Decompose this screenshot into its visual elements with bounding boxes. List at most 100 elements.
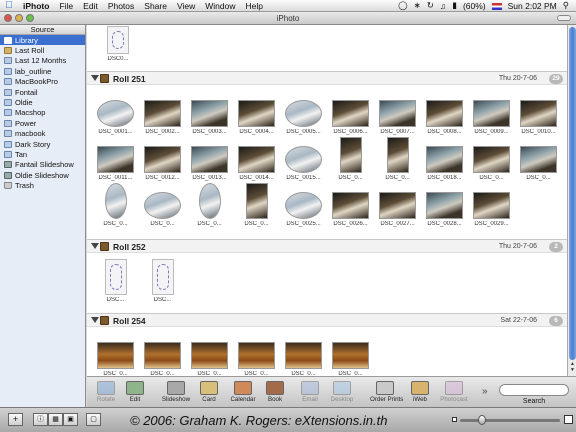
bluetooth-icon[interactable]: ∗	[411, 0, 424, 11]
sync-icon[interactable]: ↻	[424, 0, 437, 11]
input-flag-icon[interactable]	[489, 1, 505, 11]
scrollbar-thumb[interactable]	[569, 27, 576, 360]
source-item[interactable]: macbook	[0, 129, 85, 139]
source-item[interactable]: Oldie Slideshow	[0, 170, 85, 180]
order-prints-button[interactable]: Order Prints	[370, 381, 403, 407]
slideshow-button[interactable]: Slideshow	[161, 381, 191, 407]
browser-scrollbar[interactable]: ▲ ▼	[567, 25, 576, 376]
search-input[interactable]	[499, 384, 569, 396]
add-album-button[interactable]: +	[8, 413, 23, 426]
close-window-icon[interactable]	[4, 14, 12, 22]
photo-thumbnail[interactable]	[426, 192, 463, 219]
menu-view[interactable]: View	[172, 1, 200, 11]
photo-thumbnail[interactable]	[238, 100, 275, 127]
photo-thumbnail[interactable]	[104, 183, 127, 219]
menu-edit[interactable]: Edit	[78, 1, 103, 11]
info-button[interactable]: ⓘ	[33, 413, 48, 426]
toolbar-toggle-icon[interactable]	[557, 15, 571, 21]
photo-thumbnail[interactable]	[144, 192, 181, 219]
source-item[interactable]: lab_outline	[0, 66, 85, 76]
photo-thumbnail[interactable]	[191, 146, 228, 173]
photo-thumbnail[interactable]	[332, 192, 369, 219]
photo-thumbnail[interactable]	[339, 137, 362, 173]
photo-thumbnail[interactable]	[332, 100, 369, 127]
zoom-window-icon[interactable]	[26, 14, 34, 22]
photo-thumbnail[interactable]	[151, 259, 174, 295]
photo-thumbnail[interactable]	[97, 342, 134, 369]
photo-thumbnail[interactable]	[144, 342, 181, 369]
source-item[interactable]: Power	[0, 118, 85, 128]
menu-help[interactable]: Help	[240, 1, 267, 11]
source-item[interactable]: Fontail	[0, 87, 85, 97]
photo-thumbnail[interactable]	[379, 100, 416, 127]
photo-thumbnail[interactable]	[245, 183, 268, 219]
disclosure-triangle-icon[interactable]	[91, 243, 99, 249]
photo-thumbnail[interactable]	[332, 342, 369, 369]
book-button[interactable]: Book	[260, 381, 290, 407]
source-item[interactable]: Last 12 Months	[0, 56, 85, 66]
photo-thumbnail[interactable]	[285, 100, 322, 127]
edit-button[interactable]: Edit	[120, 381, 150, 407]
source-item[interactable]: Dark Story	[0, 139, 85, 149]
minimize-window-icon[interactable]	[15, 14, 23, 22]
source-item[interactable]: Oldie	[0, 97, 85, 107]
photo-thumbnail[interactable]	[285, 146, 322, 173]
scroll-down-icon[interactable]: ▼	[569, 368, 576, 373]
time-machine-icon[interactable]: ◯	[395, 0, 411, 11]
menu-file[interactable]: File	[54, 1, 78, 11]
photo-thumbnail[interactable]	[107, 26, 129, 54]
photo-thumbnail[interactable]	[144, 146, 181, 173]
photo-thumbnail[interactable]	[379, 192, 416, 219]
disclosure-triangle-icon[interactable]	[91, 75, 99, 81]
disclosure-triangle-icon[interactable]	[91, 317, 99, 323]
source-item[interactable]: Macshop	[0, 108, 85, 118]
photo-thumbnail[interactable]	[473, 192, 510, 219]
photo-thumbnail[interactable]	[191, 342, 228, 369]
iweb-button[interactable]: iWeb	[405, 381, 435, 407]
photo-thumbnail[interactable]	[104, 259, 127, 295]
photo-thumbnail[interactable]	[520, 100, 557, 127]
calendar-button[interactable]: Calendar	[228, 381, 258, 407]
keywords-button[interactable]: ▣	[63, 413, 78, 426]
photo-thumbnail[interactable]	[520, 146, 557, 173]
photo-thumbnail[interactable]	[238, 342, 275, 369]
photo-thumbnail[interactable]	[144, 100, 181, 127]
menu-window[interactable]: Window	[200, 1, 240, 11]
source-item[interactable]: Fantail Slideshow	[0, 160, 85, 170]
zoom-slider[interactable]	[460, 419, 560, 422]
photo-thumbnail[interactable]	[426, 100, 463, 127]
photocast-button[interactable]: Photocast	[439, 381, 469, 407]
apple-menu-icon[interactable]: 	[0, 0, 18, 11]
more-tools-icon[interactable]: »	[482, 386, 488, 397]
photo-thumbnail[interactable]	[426, 146, 463, 173]
card-button[interactable]: Card	[194, 381, 224, 407]
volume-icon[interactable]: ♫	[437, 1, 449, 11]
source-item[interactable]: MacBookPro	[0, 77, 85, 87]
photo-thumbnail[interactable]	[198, 183, 221, 219]
photo-thumbnail[interactable]	[191, 100, 228, 127]
photo-thumbnail[interactable]	[473, 146, 510, 173]
desktop-button[interactable]: Desktop	[327, 381, 357, 407]
photo-thumbnail[interactable]	[285, 192, 322, 219]
source-item[interactable]: Tan	[0, 149, 85, 159]
menu-share[interactable]: Share	[139, 1, 172, 11]
fullscreen-button[interactable]: ▢	[86, 413, 101, 426]
zoom-slider-knob[interactable]	[478, 415, 486, 425]
photo-thumbnail[interactable]	[473, 100, 510, 127]
photo-thumbnail[interactable]	[97, 146, 134, 173]
photo-thumbnail[interactable]	[97, 100, 134, 127]
source-item[interactable]: Last Roll	[0, 45, 85, 55]
spotlight-icon[interactable]: ⚲	[560, 0, 572, 11]
photo-thumbnail[interactable]	[285, 342, 322, 369]
app-menu[interactable]: iPhoto	[18, 1, 54, 11]
rotate-button[interactable]: Rotate	[91, 381, 121, 407]
source-item[interactable]: Trash	[0, 180, 85, 190]
email-button[interactable]: Email	[295, 381, 325, 407]
source-item[interactable]: Library	[0, 35, 85, 46]
calendar-view-button[interactable]: ▦	[48, 413, 63, 426]
photo-thumbnail[interactable]	[386, 137, 409, 173]
battery-icon[interactable]: ▮	[449, 0, 460, 11]
photo-thumbnail[interactable]	[238, 146, 275, 173]
menu-clock[interactable]: Sun 2:02 PM	[505, 1, 560, 11]
menu-photos[interactable]: Photos	[103, 1, 139, 11]
